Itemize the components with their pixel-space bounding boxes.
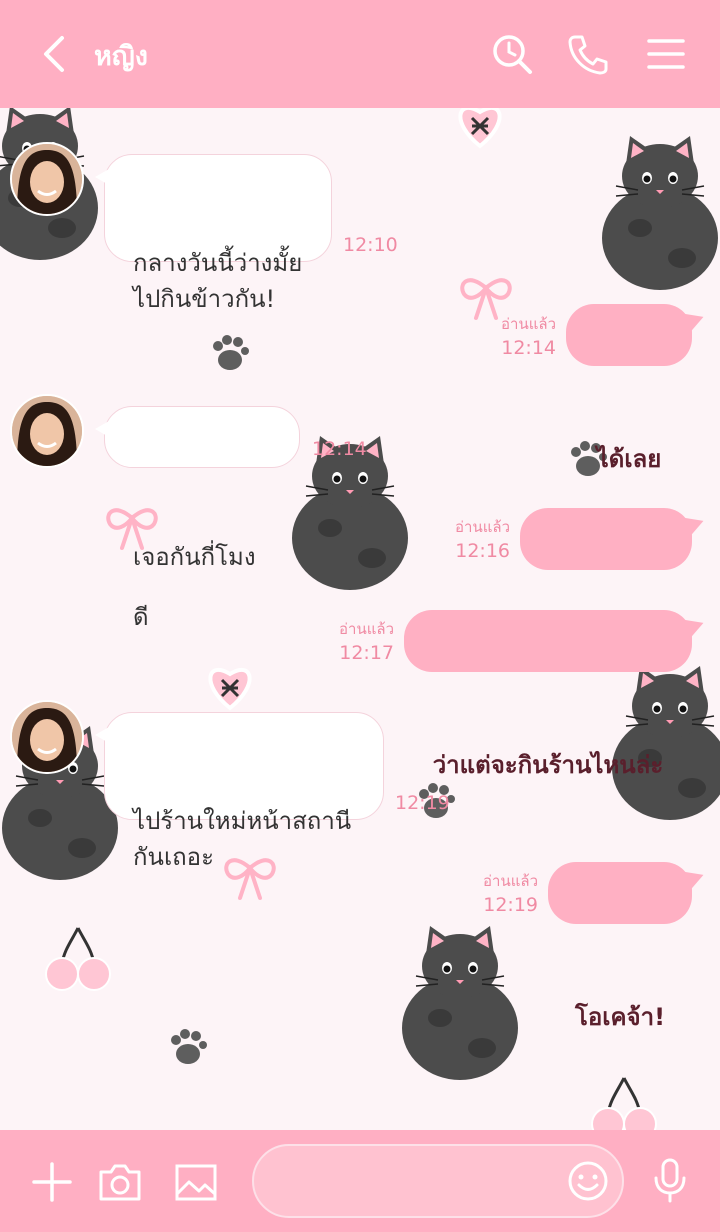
bubble-tail xyxy=(95,421,109,437)
camera-icon[interactable] xyxy=(96,1158,144,1206)
message-bubble-outgoing[interactable]: ได้เลย xyxy=(566,304,707,473)
read-receipt: อ่านแล้ว xyxy=(483,872,538,890)
input-toolbar xyxy=(0,1130,720,1232)
message-bubble-outgoing[interactable]: สักเที่ยงมั้ย xyxy=(520,508,707,677)
message-time: 12:14 xyxy=(501,337,556,359)
read-receipt: อ่านแล้ว xyxy=(339,620,394,638)
emoji-icon[interactable] xyxy=(564,1157,612,1205)
message-time: 12:14 xyxy=(312,438,367,460)
message-text: โอเคจ้า! xyxy=(574,1003,666,1031)
message-input[interactable] xyxy=(252,1144,624,1218)
contact-avatar[interactable] xyxy=(10,700,84,774)
message-bubble-incoming[interactable]: กลางวันนี้ว่างมั้ย ไปกินข้าวกัน! xyxy=(95,154,332,313)
message-meta: อ่านแล้ว 12:16 xyxy=(424,516,510,564)
message-meta: อ่านแล้ว 12:14 xyxy=(470,313,556,361)
message-time: 12:19 xyxy=(483,894,538,916)
contact-avatar[interactable] xyxy=(10,394,84,468)
message-time: 12:17 xyxy=(339,642,394,664)
message-meta: อ่านแล้ว 12:19 xyxy=(452,870,538,918)
message-text: ว่าแต่จะกินร้านไหนล่ะ xyxy=(432,751,664,779)
message-meta: อ่านแล้ว 12:17 xyxy=(308,618,394,666)
message-time: 12:16 xyxy=(455,540,510,562)
message-bubble-outgoing[interactable]: ว่าแต่จะกินร้านไหนล่ะ xyxy=(404,610,707,779)
bubble-tail xyxy=(95,727,109,743)
message-bubble-outgoing[interactable]: โอเคจ้า! xyxy=(548,862,707,1031)
message-text: ได้เลย xyxy=(596,445,662,473)
search-clock-icon[interactable] xyxy=(490,32,534,76)
read-receipt: อ่านแล้ว xyxy=(501,315,556,333)
bubble-tail xyxy=(95,169,109,185)
image-icon[interactable] xyxy=(172,1158,220,1206)
phone-icon[interactable] xyxy=(566,32,610,76)
message-time: 12:10 xyxy=(343,234,398,256)
message-bubble-incoming[interactable]: ไปร้านใหม่หน้าสถานี กันเถอะ xyxy=(95,712,384,871)
message-time: 12:19 xyxy=(395,792,450,814)
read-receipt: อ่านแล้ว xyxy=(455,518,510,536)
back-chevron-icon[interactable] xyxy=(34,32,78,76)
microphone-icon[interactable] xyxy=(646,1156,694,1204)
menu-icon[interactable] xyxy=(644,32,688,76)
plus-icon[interactable] xyxy=(28,1158,76,1206)
contact-avatar[interactable] xyxy=(10,142,84,216)
chat-header: หญิง xyxy=(0,0,720,108)
chat-area[interactable]: กลางวันนี้ว่างมั้ย ไปกินข้าวกัน! 12:10 อ… xyxy=(0,108,720,1130)
chat-title: หญิง xyxy=(94,41,148,72)
message-bubble-incoming[interactable]: เจอกันกี่โมงดี xyxy=(95,406,300,631)
